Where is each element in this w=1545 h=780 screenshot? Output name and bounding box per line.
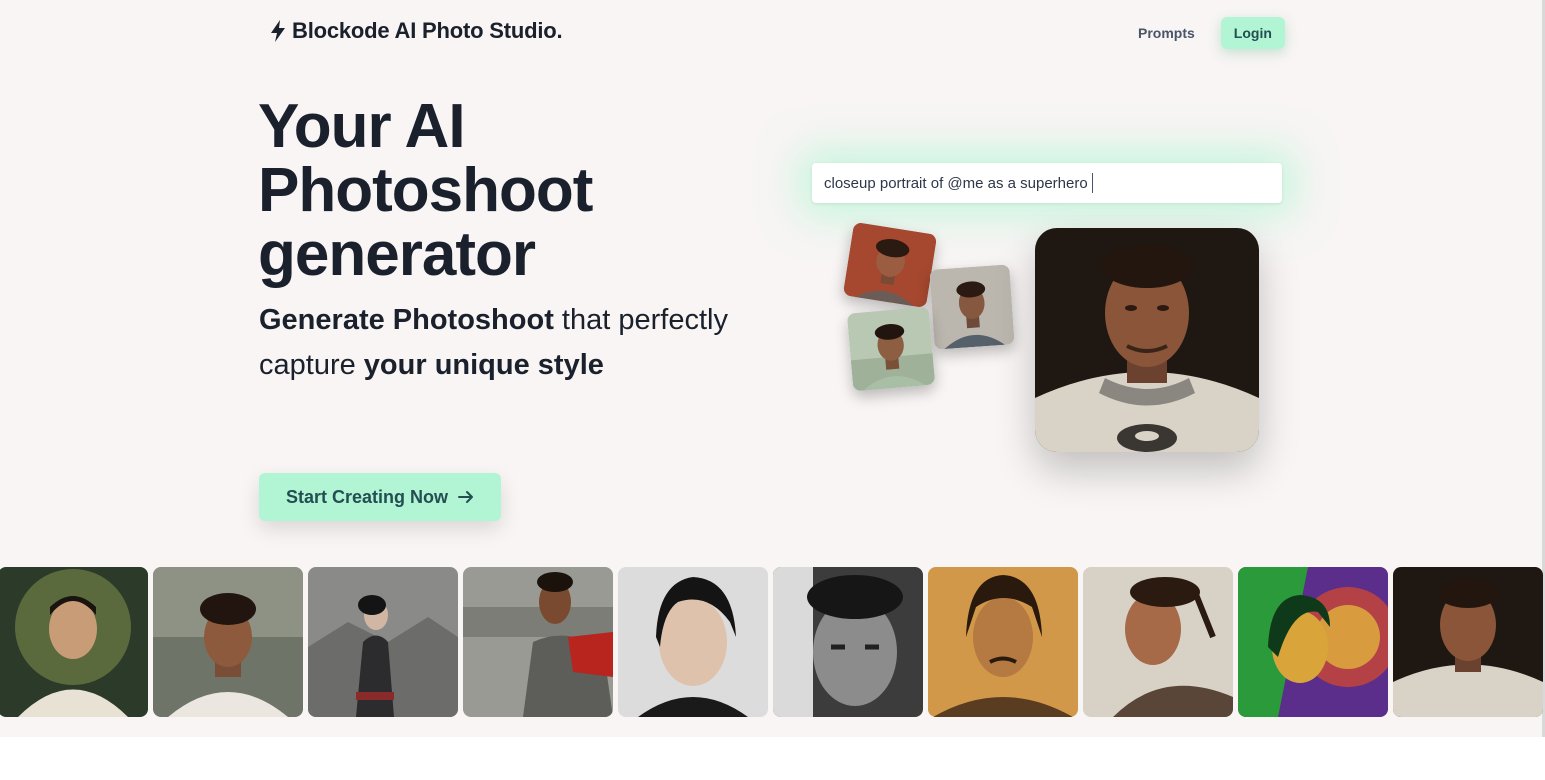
gallery-image (308, 567, 458, 717)
hero-title: Your AI Photoshoot generator (258, 92, 593, 289)
top-nav: Prompts Login (1128, 17, 1285, 49)
login-button[interactable]: Login (1220, 17, 1285, 49)
gallery-image (0, 567, 148, 717)
reference-photo (842, 221, 938, 309)
hero-subtitle-bold-1: Generate Photoshoot (259, 304, 554, 336)
hero-subtitle: Generate Photoshoot that perfectly captu… (259, 298, 729, 388)
example-gallery (0, 567, 1545, 717)
hero-subtitle-bold-2: your unique style (363, 349, 604, 381)
gallery-image (928, 567, 1078, 717)
gallery-image (153, 567, 303, 717)
gallery-image (773, 567, 923, 717)
brand-logo[interactable]: Blockode AI Photo Studio. (270, 18, 563, 44)
lightning-bolt-icon (271, 20, 285, 42)
prompts-link[interactable]: Prompts (1128, 17, 1205, 49)
gallery-image (1393, 567, 1543, 717)
gallery-image (1238, 567, 1388, 717)
brand-name: Blockode AI Photo Studio. (292, 18, 563, 43)
prompt-text: closeup portrait of @me as a superhero (824, 174, 1088, 192)
reference-photo (846, 306, 936, 392)
arrow-right-icon (458, 491, 474, 503)
reference-photo (929, 264, 1015, 350)
start-creating-button[interactable]: Start Creating Now (259, 473, 501, 521)
start-creating-label: Start Creating Now (285, 486, 449, 507)
text-caret (1091, 173, 1093, 193)
gallery-image (463, 567, 613, 717)
gallery-image (618, 567, 768, 717)
gallery-image (1083, 567, 1233, 717)
generated-portrait (1035, 228, 1259, 452)
prompt-input[interactable]: closeup portrait of @me as a superhero (812, 163, 1282, 203)
